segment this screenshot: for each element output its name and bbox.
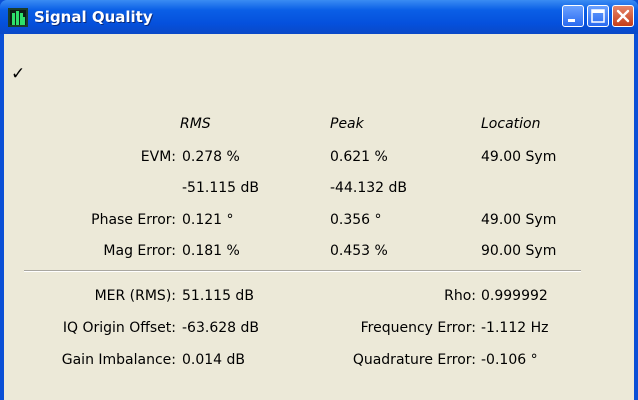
gain-imbalance-label: Gain Imbalance: xyxy=(61,352,176,368)
mer-label: MER (RMS): xyxy=(94,288,176,304)
iq-origin-offset-label: IQ Origin Offset: xyxy=(62,320,176,336)
gain-imbalance-value: 0.014 dB xyxy=(182,352,246,368)
evm-peak-percent: 0.621 % xyxy=(330,149,388,165)
header-rms: RMS xyxy=(180,116,211,132)
header-location: Location xyxy=(481,116,541,132)
close-button[interactable] xyxy=(612,5,634,27)
mag-error-label: Mag Error: xyxy=(103,243,176,259)
mag-error-rms: 0.181 % xyxy=(182,243,240,259)
evm-location: 49.00 Sym xyxy=(481,149,557,165)
minimize-icon xyxy=(568,19,575,22)
signal-app-icon xyxy=(8,8,28,27)
frequency-error-label: Frequency Error: xyxy=(360,320,476,336)
minimize-button[interactable] xyxy=(562,5,584,27)
header-peak: Peak xyxy=(330,116,364,132)
mag-error-peak: 0.453 % xyxy=(330,243,388,259)
phase-error-location: 49.00 Sym xyxy=(481,212,557,228)
iq-origin-offset-value: -63.628 dB xyxy=(182,320,259,336)
maximize-icon xyxy=(591,9,605,23)
evm-peak-db: -44.132 dB xyxy=(330,180,407,196)
maximize-button[interactable] xyxy=(587,5,609,27)
window-title: Signal Quality xyxy=(34,8,153,26)
quadrature-error-label: Quadrature Error: xyxy=(352,352,476,368)
phase-error-rms: 0.121 ° xyxy=(182,212,234,228)
phase-error-peak: 0.356 ° xyxy=(330,212,382,228)
frequency-error-value: -1.112 Hz xyxy=(481,320,549,336)
status-check-icon: ✓ xyxy=(11,64,26,84)
mag-error-location: 90.00 Sym xyxy=(481,243,557,259)
title-bar[interactable]: Signal Quality xyxy=(0,0,638,34)
quadrature-error-value: -0.106 ° xyxy=(481,352,538,368)
phase-error-label: Phase Error: xyxy=(91,212,176,228)
evm-label: EVM: xyxy=(140,149,176,165)
separator-line xyxy=(24,270,581,272)
rho-value: 0.999992 xyxy=(481,288,548,304)
evm-rms-db: -51.115 dB xyxy=(182,180,259,196)
evm-rms-percent: 0.278 % xyxy=(182,149,240,165)
rho-label: Rho: xyxy=(444,288,476,304)
close-icon xyxy=(616,9,630,23)
mer-value: 51.115 dB xyxy=(182,288,254,304)
signal-quality-window: Signal Quality ✓ RMS Peak Location EVM: … xyxy=(0,0,638,400)
client-area: ✓ RMS Peak Location EVM: 0.278 % 0.621 %… xyxy=(4,34,634,400)
